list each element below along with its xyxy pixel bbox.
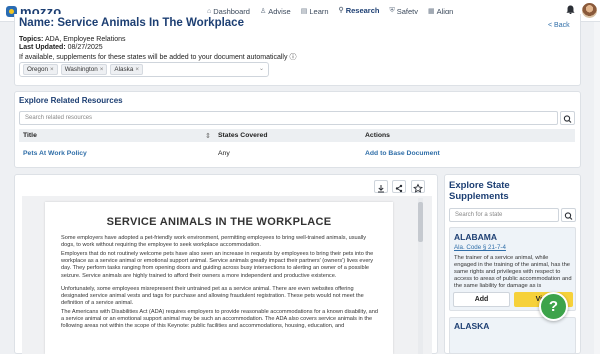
related-resources-title: Explore Related Resources xyxy=(19,96,123,105)
search-icon xyxy=(564,212,573,220)
state-tag-label: Washington xyxy=(64,66,98,73)
info-icon[interactable]: ⓘ xyxy=(289,54,296,61)
help-button[interactable]: ? xyxy=(539,292,568,321)
state-tag: Alaska × xyxy=(110,64,144,75)
state-tag: Washington × xyxy=(60,64,108,75)
updated-value: 08/27/2025 xyxy=(67,44,103,51)
star-icon xyxy=(413,183,423,193)
state-name: ALASKA xyxy=(454,321,490,331)
chevron-down-icon[interactable]: ⌄ xyxy=(259,65,264,72)
state-name: ALABAMA xyxy=(454,232,497,242)
page-scrollbar[interactable] xyxy=(594,22,600,354)
document-scrollbar[interactable] xyxy=(418,198,423,354)
resources-table-header: Title ⇕ States Covered Actions xyxy=(19,129,575,142)
scrollbar-thumb[interactable] xyxy=(418,202,423,242)
share-button[interactable] xyxy=(392,180,406,193)
download-icon xyxy=(378,185,384,193)
supplements-note: If available, supplements for these stat… xyxy=(19,52,296,62)
column-header-title[interactable]: Title xyxy=(23,132,37,139)
page-title: Name: Service Animals In The Workplace xyxy=(19,17,244,29)
related-resources-search-input[interactable]: Search related resources xyxy=(19,111,558,125)
document-page: SERVICE ANIMALS IN THE WORKPLACE Some em… xyxy=(45,202,393,354)
column-header-states: States Covered xyxy=(218,132,268,139)
back-link[interactable]: < Back xyxy=(548,22,570,29)
favorite-button[interactable] xyxy=(411,180,425,193)
state-tag: Oregon × xyxy=(23,64,58,75)
avatar[interactable] xyxy=(582,3,597,18)
sort-icon[interactable]: ⇕ xyxy=(205,132,211,140)
remove-icon[interactable]: × xyxy=(50,66,54,73)
add-to-base-document-link[interactable]: Add to Base Document xyxy=(365,150,440,157)
state-tag-label: Alaska xyxy=(114,66,134,73)
document-paragraph: Unfortunately, some employees misreprese… xyxy=(61,286,364,307)
related-resources-search-button[interactable] xyxy=(560,111,575,125)
state-supplements-title: Explore State Supplements xyxy=(449,180,510,202)
document-title: SERVICE ANIMALS IN THE WORKPLACE xyxy=(106,216,332,228)
states-multiselect[interactable]: Oregon × Washington × Alaska × ⌄ xyxy=(19,62,269,77)
topics-value: ADA, Employee Relations xyxy=(44,36,126,43)
document-paragraph: The Americans with Disabilities Act (ADA… xyxy=(61,309,379,330)
search-icon: ⚲ xyxy=(338,7,344,14)
download-button[interactable] xyxy=(374,180,388,193)
state-search-button[interactable] xyxy=(561,208,576,222)
topics-line: Topics: ADA, Employee Relations xyxy=(19,36,125,43)
remove-icon[interactable]: × xyxy=(135,66,139,73)
resource-states: Any xyxy=(218,150,230,157)
updated-label: Last Updated: xyxy=(19,44,66,51)
column-header-actions: Actions xyxy=(365,132,390,139)
document-paragraph: Some employers have adopted a pet-friend… xyxy=(61,235,367,249)
state-search-input[interactable]: Search for a state xyxy=(449,208,559,222)
share-icon xyxy=(395,184,403,193)
add-supplement-button[interactable]: Add xyxy=(453,292,510,307)
document-paragraph: Employers that do not routinely welcome … xyxy=(61,251,374,279)
topics-label: Topics: xyxy=(19,36,44,43)
supplements-note-text: If available, supplements for these stat… xyxy=(19,54,288,61)
help-icon: ? xyxy=(548,298,559,315)
resource-title-link[interactable]: Pets At Work Policy xyxy=(23,150,87,157)
remove-icon[interactable]: × xyxy=(100,66,104,73)
state-summary: The trainer of a service animal, while e… xyxy=(454,255,572,289)
state-tag-label: Oregon xyxy=(27,66,49,73)
search-icon xyxy=(563,115,572,123)
state-citation-link[interactable]: Ala. Code § 21-7-4 xyxy=(454,244,506,251)
updated-line: Last Updated: 08/27/2025 xyxy=(19,44,103,51)
